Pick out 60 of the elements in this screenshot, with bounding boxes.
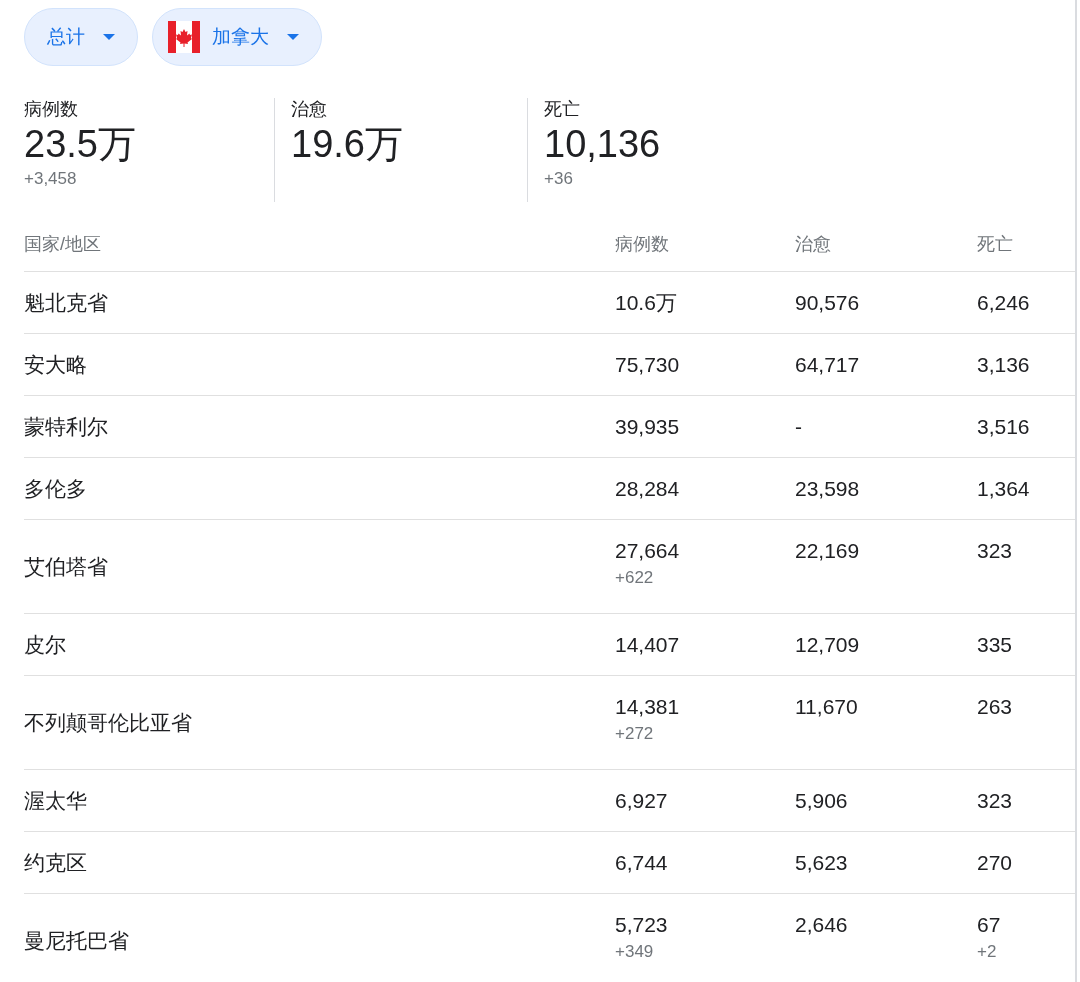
stat-label: 治愈 <box>291 98 328 120</box>
cell-change: +622 <box>615 567 655 589</box>
table-cell-text: 270 <box>977 849 1014 876</box>
region-name: 蒙特利尔 <box>24 414 108 438</box>
table-cell-text: 23,598 <box>795 475 861 502</box>
region-name: 安大略 <box>24 352 87 376</box>
table-cell-text: 11,670 <box>795 694 859 720</box>
table-cell-text: 14,407 <box>615 631 681 658</box>
table-cell-text: 28,284 <box>615 475 681 502</box>
table-cell-text: 1,364 <box>977 475 1031 502</box>
table-cell-text: 5,723 <box>615 912 669 938</box>
cell-change: +272 <box>615 723 655 745</box>
table-cell-text: 6,927 <box>615 787 669 814</box>
table-cell-text: 263 <box>977 694 1014 720</box>
stat-value: 19.6万 <box>291 122 404 167</box>
filter-dropdown[interactable]: 加拿大 <box>152 8 322 66</box>
stat-value: 10,136 <box>544 122 661 167</box>
stat-label: 病例数 <box>24 98 79 120</box>
region-name: 约克区 <box>24 850 87 874</box>
table-cell-text: 10.6万 <box>615 289 678 316</box>
filter-dropdown[interactable]: 总计 <box>24 8 138 66</box>
table-cell-text: 27,664 <box>615 538 681 564</box>
table-cell-text: 22,169 <box>795 538 861 564</box>
region-name: 曼尼托巴省 <box>24 928 129 952</box>
table-cell-text: 2,646 <box>795 912 849 938</box>
cell-change: +349 <box>615 941 655 963</box>
table-cell-text: 64,717 <box>795 351 861 378</box>
table-cell-text: 12,709 <box>795 631 861 658</box>
region-name: 不列颠哥伦比亚省 <box>24 710 192 734</box>
table-cell-text: 5,906 <box>795 787 849 814</box>
column-header: 死亡 <box>977 234 1013 254</box>
table-cell-text: 323 <box>977 538 1014 564</box>
table-cell-text: 14,381 <box>615 694 681 720</box>
table-cell-text: 335 <box>977 631 1014 658</box>
table-cell-text: 90,576 <box>795 289 861 316</box>
region-name: 艾伯塔省 <box>24 554 108 578</box>
cell-change: +2 <box>977 941 998 963</box>
table-cell-text: 5,623 <box>795 849 849 876</box>
table-cell-text: 6,246 <box>977 289 1031 316</box>
region-name: 渥太华 <box>24 788 87 812</box>
table-cell-text: 6,744 <box>615 849 669 876</box>
table-cell-text: 39,935 <box>615 413 681 440</box>
region-name: 魁北克省 <box>24 290 108 314</box>
table-cell-text: 67 <box>977 912 1002 938</box>
table-cell-text: - <box>795 413 803 440</box>
column-header: 病例数 <box>615 234 669 254</box>
table-cell-text: 75,730 <box>615 351 681 378</box>
stat-change: +36 <box>544 168 574 190</box>
table-cell-text: 323 <box>977 787 1014 814</box>
table-cell-text: 3,136 <box>977 351 1031 378</box>
stat-change: +3,458 <box>24 168 78 190</box>
stat-value: 23.5万 <box>24 122 137 167</box>
caret-icon <box>287 34 299 40</box>
table-cell-text: 3,516 <box>977 413 1031 440</box>
region-name: 多伦多 <box>24 476 87 500</box>
column-header: 国家/地区 <box>24 234 101 254</box>
stat-label: 死亡 <box>544 98 581 120</box>
region-name: 皮尔 <box>24 632 66 656</box>
column-header: 治愈 <box>795 234 831 254</box>
caret-icon <box>103 34 115 40</box>
